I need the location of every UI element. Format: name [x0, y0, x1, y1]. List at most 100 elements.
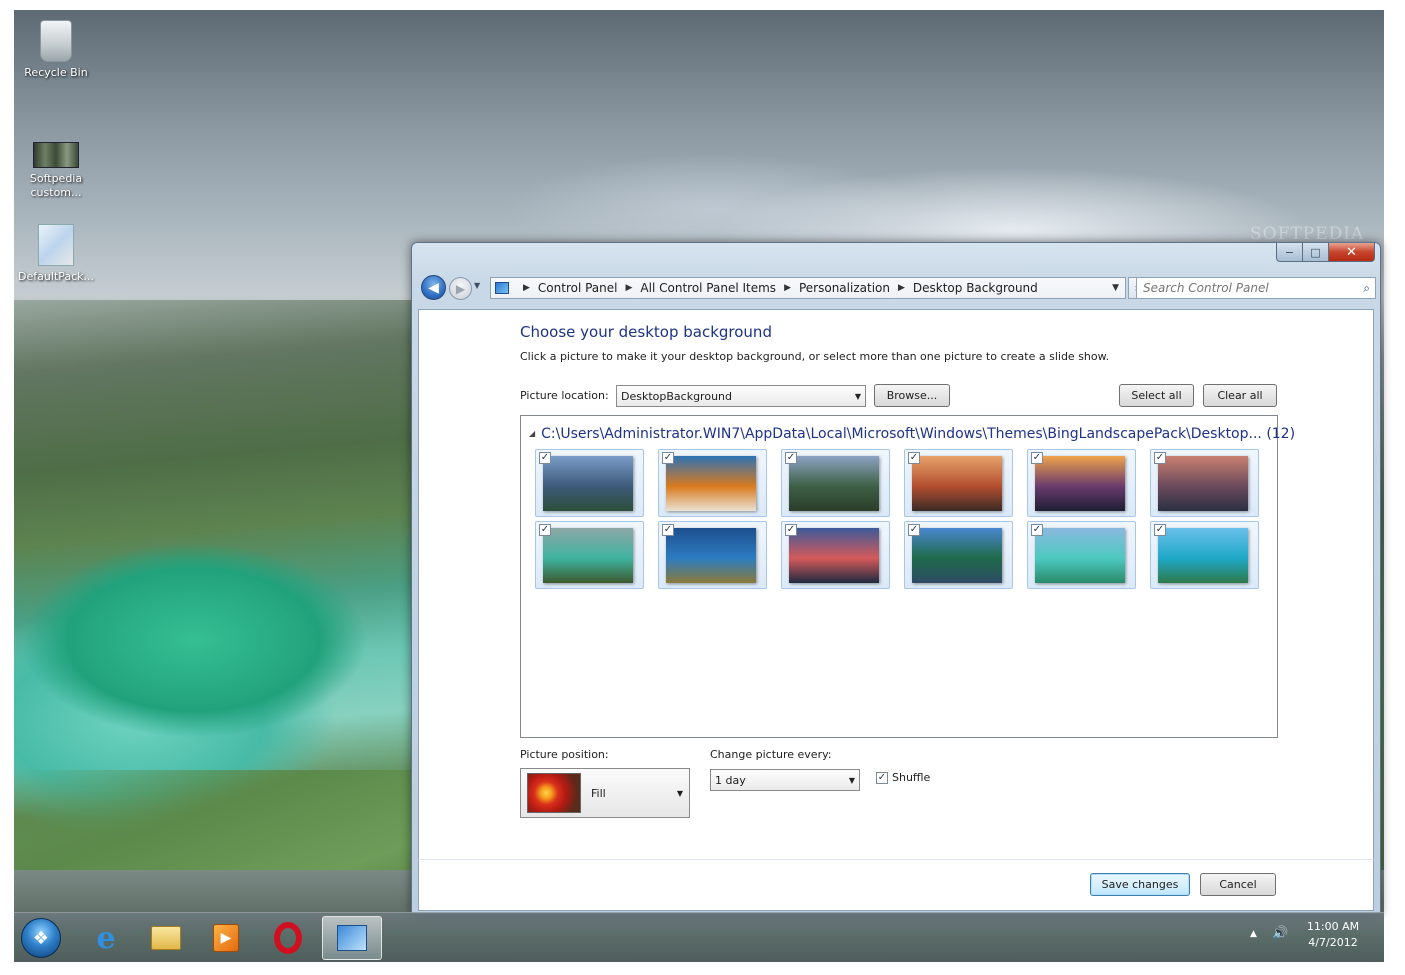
wallpaper-thumbnail[interactable]: ✓	[904, 521, 1013, 589]
wallpaper-thumbnail[interactable]: ✓	[1027, 449, 1136, 517]
wallpaper-image	[1158, 456, 1248, 511]
picture-position-select[interactable]: Fill ▼	[520, 768, 690, 818]
wallpaper-image	[912, 528, 1002, 583]
shuffle-checkbox[interactable]: ✓	[876, 771, 888, 784]
cancel-button[interactable]: Cancel	[1200, 873, 1276, 896]
search-box[interactable]: ⌕	[1136, 277, 1376, 299]
picture-location-label: Picture location:	[520, 389, 609, 402]
breadcrumb-all-items[interactable]: All Control Panel Items	[640, 281, 776, 295]
taskbar-opera[interactable]	[259, 916, 317, 960]
clear-all-button[interactable]: Clear all	[1203, 384, 1277, 407]
wallpaper-image	[543, 456, 633, 511]
picture-position-label: Picture position:	[520, 748, 609, 761]
desktop-background-window: − □ ✕ ◀ ▶ ▼ ▶ Control Panel ▶ All Contro…	[411, 242, 1381, 914]
desktop-icon-label: Recycle Bin	[24, 66, 88, 79]
chevron-down-icon: ▼	[676, 788, 683, 798]
desktop-icon-label: Softpedia custom...	[29, 172, 83, 199]
image-file-icon	[33, 142, 79, 168]
minimize-button[interactable]: −	[1276, 243, 1303, 262]
wallpaper-thumbnail[interactable]: ✓	[658, 449, 767, 517]
taskbar-windows-explorer[interactable]	[137, 916, 195, 960]
picture-position-value: Fill	[591, 786, 606, 800]
wallpaper-thumbnail[interactable]: ✓	[781, 449, 890, 517]
thumbnail-checkbox[interactable]: ✓	[662, 524, 674, 536]
wallpaper-thumbnail[interactable]: ✓	[1027, 521, 1136, 589]
back-button[interactable]: ◀	[421, 275, 446, 300]
browse-button[interactable]: Browse...	[874, 384, 950, 407]
navigation-bar: ◀ ▶ ▼ ▶ Control Panel ▶ All Control Pane…	[420, 275, 1376, 301]
wallpaper-thumbnail[interactable]: ✓	[535, 521, 644, 589]
forward-button[interactable]: ▶	[449, 277, 472, 300]
desktop-icon-softpedia[interactable]: Softpedia custom...	[16, 138, 96, 200]
thumbnail-checkbox[interactable]: ✓	[1031, 452, 1043, 464]
taskbar-internet-explorer[interactable]: e	[77, 916, 135, 960]
select-all-button[interactable]: Select all	[1119, 384, 1194, 407]
clock[interactable]: 11:00 AM 4/7/2012	[1298, 919, 1368, 951]
thumbnail-checkbox[interactable]: ✓	[785, 524, 797, 536]
control-panel-icon	[337, 925, 367, 951]
desktop-icon-defaultpack[interactable]: DefaultPack...	[16, 224, 96, 284]
desktop-icon-recycle-bin[interactable]: Recycle Bin	[16, 20, 96, 80]
taskbar-control-panel[interactable]	[322, 916, 382, 960]
thumbnail-checkbox[interactable]: ✓	[539, 452, 551, 464]
chevron-right-icon: ▶	[523, 283, 530, 293]
thumbnail-checkbox[interactable]: ✓	[1031, 524, 1043, 536]
breadcrumb-control-panel[interactable]: Control Panel	[538, 281, 618, 295]
wallpaper-thumbnail[interactable]: ✓	[1150, 521, 1259, 589]
wallpaper-thumbnail[interactable]: ✓	[535, 449, 644, 517]
volume-icon[interactable]: 🔊	[1272, 926, 1288, 941]
chevron-right-icon[interactable]: ▶	[784, 283, 791, 293]
content-pane: Choose your desktop background Click a p…	[418, 309, 1374, 860]
picture-list[interactable]: ◢ C:\Users\Administrator.WIN7\AppData\Loc…	[520, 415, 1295, 738]
thumbnail-checkbox[interactable]: ✓	[662, 452, 674, 464]
breadcrumb-personalization[interactable]: Personalization	[799, 281, 890, 295]
save-changes-button[interactable]: Save changes	[1090, 873, 1190, 896]
maximize-button[interactable]: □	[1303, 243, 1329, 262]
close-button[interactable]: ✕	[1329, 243, 1375, 262]
thumbnail-grid: ✓ ✓ ✓ ✓ ✓ ✓ ✓ ✓ ✓ ✓ ✓ ✓	[535, 449, 1259, 589]
play-icon: ▶	[220, 930, 232, 946]
chevron-down-icon: ▼	[854, 391, 861, 401]
wallpaper-thumbnail[interactable]: ✓	[781, 521, 890, 589]
search-icon[interactable]: ⌕	[1363, 281, 1370, 296]
wallpaper-thumbnail[interactable]: ✓	[658, 521, 767, 589]
wallpaper-image	[666, 528, 756, 583]
thumbnail-checkbox[interactable]: ✓	[539, 524, 551, 536]
chevron-right-icon[interactable]: ▶	[626, 283, 633, 293]
start-button[interactable]: ❖	[21, 918, 61, 958]
thumbnail-checkbox[interactable]: ✓	[908, 524, 920, 536]
picture-group-header[interactable]: ◢ C:\Users\Administrator.WIN7\AppData\Loc…	[529, 426, 1295, 442]
recent-pages-button[interactable]: ▼	[474, 281, 480, 290]
taskbar-media-player[interactable]: ▶	[197, 916, 255, 960]
recycle-bin-icon	[40, 20, 72, 62]
group-path: C:\Users\Administrator.WIN7\AppData\Loca…	[541, 426, 1262, 442]
search-input[interactable]	[1143, 281, 1343, 295]
thumbnail-checkbox[interactable]: ✓	[785, 452, 797, 464]
shuffle-toggle[interactable]: ✓ Shuffle	[876, 771, 930, 784]
breadcrumb-desktop-background[interactable]: Desktop Background	[913, 281, 1038, 295]
wallpaper-image	[666, 456, 756, 511]
wallpaper-thumbnail[interactable]: ✓	[904, 449, 1013, 517]
chevron-down-icon: ▼	[848, 775, 855, 785]
watermark: SOFTPEDIA	[1250, 224, 1365, 244]
chevron-right-icon[interactable]: ▶	[898, 283, 905, 293]
wallpaper-thumbnail[interactable]: ✓	[1150, 449, 1259, 517]
thumbnail-checkbox[interactable]: ✓	[908, 452, 920, 464]
clock-time: 11:00 AM	[1306, 920, 1360, 933]
page-title: Choose your desktop background	[520, 323, 772, 341]
thumbnail-checkbox[interactable]: ✓	[1154, 524, 1166, 536]
chevron-down-icon[interactable]: ▼	[1112, 283, 1119, 293]
picture-location-select[interactable]: DesktopBackground ▼	[616, 385, 866, 407]
wallpaper-image	[789, 528, 879, 583]
wallpaper-image	[543, 528, 633, 583]
address-bar[interactable]: ▶ Control Panel ▶ All Control Panel Item…	[490, 277, 1126, 299]
clock-date: 4/7/2012	[1308, 936, 1358, 949]
thumbnail-checkbox[interactable]: ✓	[1154, 452, 1166, 464]
wallpaper-image	[1035, 528, 1125, 583]
internet-explorer-icon: e	[96, 920, 116, 956]
show-hidden-icons-button[interactable]: ▲	[1250, 929, 1257, 939]
desktop-icon-label: DefaultPack...	[18, 270, 94, 283]
arrow-right-icon: ▶	[455, 281, 466, 296]
change-picture-select[interactable]: 1 day ▼	[710, 769, 860, 791]
collapse-triangle-icon[interactable]: ◢	[529, 429, 535, 438]
